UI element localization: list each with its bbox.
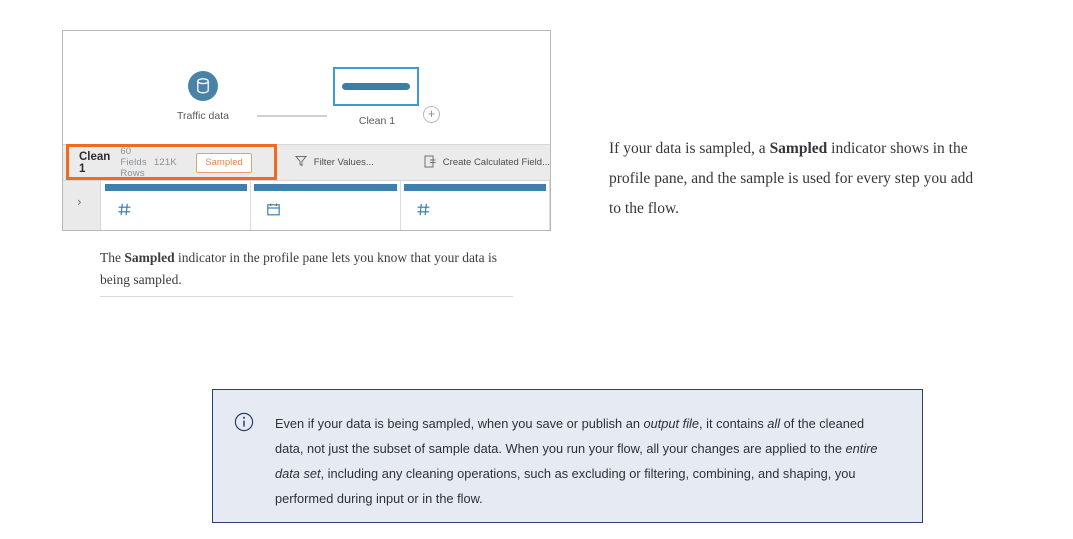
grid-gutter[interactable]: › (63, 181, 101, 230)
flow-node-clean[interactable]: Clean 1 (333, 67, 421, 127)
filter-values-label: Filter Values... (313, 157, 374, 168)
date-calendar-icon (267, 203, 281, 221)
caption-text-before: The (100, 250, 125, 265)
info-callout: Even if your data is being sampled, when… (212, 389, 923, 523)
profile-step-meta: 60 Fields 121K Rows (120, 146, 188, 179)
callout-segment-0: Even if your data is being sampled, when… (275, 416, 644, 431)
screenshot-frame: Traffic data Clean 1 + Clean 1 60 Fields… (62, 30, 551, 231)
database-icon (188, 71, 218, 101)
flow-node-clean-label: Clean 1 (358, 115, 396, 127)
callout-segment-1: output file (643, 416, 700, 431)
callout-segment-6: , including any cleaning operations, suc… (275, 466, 856, 506)
profile-step-name: Clean 1 (79, 150, 111, 175)
body-text-part1: If your data is sampled, a (609, 140, 770, 157)
filter-funnel-icon (294, 155, 307, 170)
field-distribution-bar (105, 184, 248, 191)
body-text-bold: Sampled (769, 140, 828, 157)
field-distribution-bar (254, 184, 397, 191)
info-circle-icon (213, 390, 275, 522)
flow-pane: Traffic data Clean 1 + (63, 31, 550, 144)
field-card-list (102, 181, 550, 230)
figure-caption: The Sampled indicator in the profile pan… (100, 247, 515, 291)
flow-node-input[interactable]: Traffic data (167, 71, 239, 122)
clean-step-bar (342, 83, 410, 90)
caption-divider (100, 296, 513, 297)
number-hash-icon (417, 203, 430, 221)
fields-count: 60 Fields (120, 146, 147, 168)
chevron-right-icon[interactable]: › (77, 195, 82, 209)
create-calculated-field-button[interactable]: Create Calculated Field... (424, 155, 550, 171)
product-screenshot-figure: Traffic data Clean 1 + Clean 1 60 Fields… (62, 30, 553, 233)
number-hash-icon (118, 203, 131, 221)
field-card[interactable] (251, 181, 401, 230)
calculated-field-icon (424, 155, 436, 171)
caption-text-bold: Sampled (124, 250, 175, 265)
create-calculated-field-label: Create Calculated Field... (442, 157, 550, 168)
profile-pane-toolbar: Clean 1 60 Fields 121K Rows Sampled Filte… (63, 144, 550, 181)
field-distribution-bar (403, 184, 546, 191)
body-paragraph: If your data is sampled, a Sampled indic… (609, 134, 981, 224)
callout-segment-3: all (767, 416, 781, 431)
flow-connector-line (257, 115, 327, 117)
field-card[interactable] (102, 181, 252, 230)
info-callout-text: Even if your data is being sampled, when… (275, 390, 922, 522)
field-card[interactable] (400, 181, 550, 230)
data-grid-pane: › (63, 181, 550, 230)
plus-circle-icon[interactable]: + (423, 106, 440, 123)
callout-segment-2: , it contains (699, 416, 768, 431)
clean-step-box[interactable] (333, 67, 419, 106)
filter-values-button[interactable]: Filter Values... (294, 155, 374, 170)
flow-node-input-label: Traffic data (177, 110, 229, 122)
status-badge-sampled[interactable]: Sampled (196, 152, 252, 173)
